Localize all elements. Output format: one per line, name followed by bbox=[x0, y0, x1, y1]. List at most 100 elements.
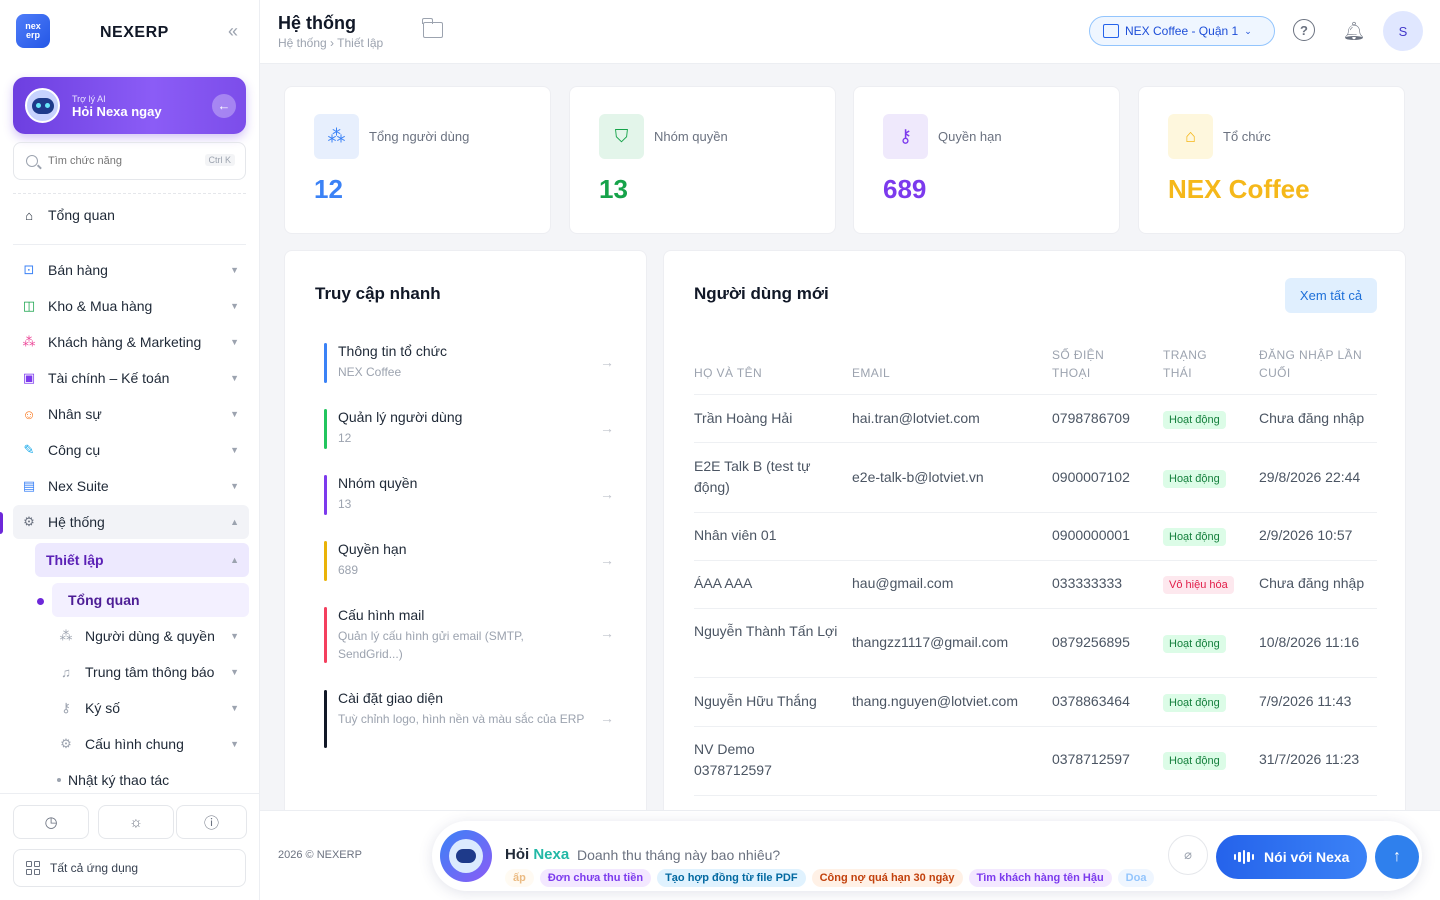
arrow-right-icon: → bbox=[600, 486, 614, 502]
nav-overview-label: Tổng quan bbox=[48, 207, 115, 223]
robot-icon bbox=[25, 88, 60, 123]
ai-assistant-label: Trợ lý AI bbox=[72, 94, 106, 104]
branch-selector[interactable]: NEX Coffee - Quận 1 ⌄ bbox=[1089, 16, 1275, 46]
nav-label: Cấu hình chung bbox=[85, 736, 184, 752]
status-badge: Hoạt động bbox=[1163, 528, 1226, 546]
store-icon bbox=[1103, 24, 1119, 38]
document-icon: ▤ bbox=[22, 478, 36, 493]
search-icon bbox=[26, 155, 38, 167]
calculator-icon: ▣ bbox=[22, 370, 36, 385]
col-header-email: Email bbox=[852, 366, 891, 380]
all-apps-label: Tất cả ứng dụng bbox=[50, 861, 139, 875]
col-header-last-login: Đăng nhập lần cuối bbox=[1259, 348, 1363, 380]
gear-icon: ⚙ bbox=[23, 514, 35, 529]
quick-item-title: Nhóm quyền bbox=[338, 475, 418, 491]
nav-label: Tổng quan bbox=[68, 592, 140, 608]
stat-value: 13 bbox=[599, 174, 628, 204]
nav-customers[interactable]: ⁂ Khách hàng & Marketing ▼ bbox=[13, 325, 249, 359]
suggestion-chip[interactable]: Tạo hợp đồng từ file PDF bbox=[657, 869, 806, 887]
nav-activity-log[interactable]: Nhật ký thao tác bbox=[55, 763, 235, 797]
status-badge: Vô hiệu hóa bbox=[1163, 576, 1234, 594]
nexa-word: Nexa bbox=[533, 846, 570, 863]
nav-label: Hệ thống bbox=[48, 514, 105, 530]
shield-check-icon: ⛉ bbox=[599, 114, 644, 159]
row-divider bbox=[694, 677, 1377, 678]
nav-system[interactable]: ⚙ Hệ thống ▲ bbox=[13, 505, 249, 539]
theme-button[interactable]: ☼ bbox=[98, 805, 174, 839]
folder-icon[interactable] bbox=[422, 18, 443, 38]
bell-icon[interactable]: 🔔︎ bbox=[1342, 19, 1366, 43]
nav-users-permissions[interactable]: ⁂ Người dùng & quyền ▼ bbox=[50, 619, 249, 653]
header-divider bbox=[694, 394, 1377, 395]
chevron-down-icon: ▼ bbox=[230, 631, 239, 641]
nexa-question-input[interactable]: Doanh thu tháng này bao nhiêu? bbox=[577, 847, 780, 863]
row-divider bbox=[694, 442, 1377, 443]
row-divider bbox=[694, 726, 1377, 727]
color-bar bbox=[324, 607, 327, 663]
talk-to-nexa-button[interactable]: Nói với Nexa bbox=[1216, 835, 1367, 879]
search-input[interactable] bbox=[48, 155, 188, 167]
quick-item-user-mgmt[interactable]: Quản lý người dùng 12 → bbox=[324, 409, 614, 449]
nav-notification-center[interactable]: ♫ Trung tâm thông báo ▼ bbox=[50, 655, 249, 689]
history-button[interactable]: ◷ bbox=[13, 805, 89, 839]
quick-item-org-info[interactable]: Thông tin tổ chức NEX Coffee → bbox=[324, 343, 614, 383]
nav-settings-overview[interactable]: Tổng quan bbox=[52, 583, 249, 617]
nav-overview[interactable]: ⌂ Tổng quan bbox=[13, 198, 249, 232]
nav-sales[interactable]: ⊡ Bán hàng ▼ bbox=[13, 253, 249, 287]
nav-finance[interactable]: ▣ Tài chính – Kế toán ▼ bbox=[13, 361, 249, 395]
user-phone: 0900000001 bbox=[1052, 527, 1130, 543]
arrow-left-icon[interactable]: ← bbox=[212, 94, 236, 118]
quick-item-ui-settings[interactable]: Cài đặt giao diện Tuỳ chỉnh logo, hình n… bbox=[324, 690, 614, 748]
nav-tools[interactable]: ✎ Công cụ ▼ bbox=[13, 433, 249, 467]
nav-general-config[interactable]: ⚙ Cấu hình chung ▼ bbox=[50, 727, 249, 761]
send-arrow-up-icon[interactable]: ↑ bbox=[1375, 835, 1419, 879]
new-users-title: Người dùng mới bbox=[694, 284, 829, 303]
quick-item-permission-groups[interactable]: Nhóm quyền 13 → bbox=[324, 475, 614, 515]
ask-nexa-label: Hỏi Nexa ngay bbox=[72, 104, 162, 119]
collapse-sidebar-icon[interactable]: « bbox=[222, 20, 244, 42]
col-header-status: Trạng thái bbox=[1163, 348, 1207, 380]
color-bar bbox=[324, 541, 327, 581]
bell-icon: ♫ bbox=[61, 664, 71, 680]
color-bar bbox=[324, 343, 327, 383]
robot-icon[interactable] bbox=[440, 830, 492, 882]
col-header-phone: Số điện thoại bbox=[1052, 348, 1105, 380]
suggestion-chip[interactable]: ấp bbox=[505, 869, 534, 887]
suggestion-chip[interactable]: Tìm khách hàng tên Hậu bbox=[968, 869, 1112, 887]
user-phone: 0879256895 bbox=[1052, 634, 1130, 650]
nav-hr[interactable]: ☺ Nhân sự ▼ bbox=[13, 397, 249, 431]
user-name: Nguyễn Hữu Thắng bbox=[694, 693, 817, 709]
sound-wave-icon bbox=[1233, 850, 1255, 864]
brand-logo[interactable]: nex erp bbox=[16, 14, 50, 48]
avatar[interactable]: S bbox=[1383, 11, 1423, 51]
chevron-down-icon: ▼ bbox=[230, 337, 239, 347]
stat-permission-groups: ⛉ Nhóm quyền 13 bbox=[569, 86, 836, 234]
key-icon: ⚷ bbox=[883, 114, 928, 159]
nav-digital-signature[interactable]: ⚷ Ký số ▼ bbox=[50, 691, 249, 725]
quick-item-title: Thông tin tổ chức bbox=[338, 343, 447, 359]
ask-nexa-card[interactable]: Trợ lý AI Hỏi Nexa ngay ← bbox=[13, 77, 246, 134]
function-search[interactable]: Ctrl K bbox=[13, 142, 246, 180]
attach-icon[interactable]: ⌀ bbox=[1168, 835, 1208, 875]
nav-inventory[interactable]: ◫ Kho & Mua hàng ▼ bbox=[13, 289, 249, 323]
quick-item-title: Cài đặt giao diện bbox=[338, 690, 444, 706]
alert-button[interactable]: ⓘ bbox=[176, 805, 247, 839]
branch-name: NEX Coffee - Quận 1 bbox=[1125, 24, 1239, 38]
view-all-button[interactable]: Xem tất cả bbox=[1285, 278, 1377, 313]
ask-nexa-title: Hỏi Nexa bbox=[505, 846, 569, 863]
stat-value: NEX Coffee bbox=[1168, 174, 1310, 204]
brand-name: NEXERP bbox=[100, 24, 169, 41]
nav-nex-suite[interactable]: ▤ Nex Suite ▼ bbox=[13, 469, 249, 503]
suggestion-chip[interactable]: Công nợ quá hạn 30 ngày bbox=[811, 869, 963, 887]
quick-item-permissions[interactable]: Quyền hạn 689 → bbox=[324, 541, 614, 581]
nav-settings[interactable]: Thiết lập ▲ bbox=[35, 543, 249, 577]
help-icon[interactable]: ? bbox=[1293, 19, 1315, 41]
quick-item-mail-config[interactable]: Cấu hình mail Quản lý cấu hình gửi email… bbox=[324, 607, 614, 663]
all-apps-button[interactable]: Tất cả ứng dụng bbox=[13, 849, 246, 887]
alert-icon: ⓘ bbox=[203, 814, 219, 832]
user-name: Nguyễn Thành Tấn Lợi bbox=[694, 623, 838, 639]
suggestion-chip[interactable]: Doa bbox=[1117, 869, 1155, 887]
nexa-chat-bar: Hỏi Nexa Doanh thu tháng này bao nhiêu? … bbox=[432, 821, 1422, 891]
bag-icon: ◫ bbox=[22, 298, 36, 313]
suggestion-chip[interactable]: Đơn chưa thu tiền bbox=[539, 869, 652, 887]
